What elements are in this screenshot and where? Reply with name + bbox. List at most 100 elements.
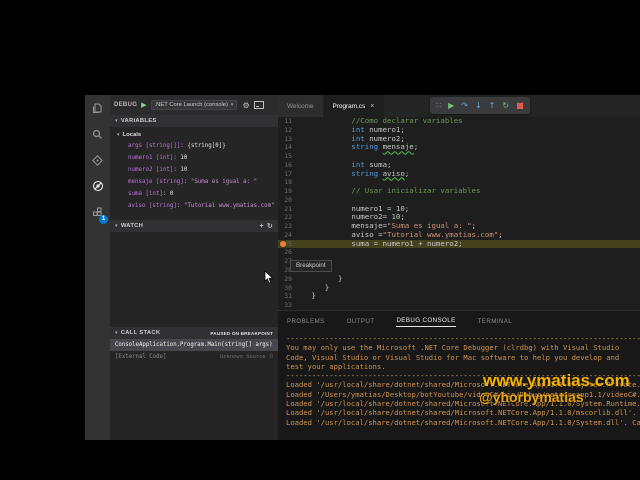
close-tab-icon[interactable]: × xyxy=(370,103,374,110)
console-line: ----------------------------------------… xyxy=(286,334,640,343)
console-line: Loaded '/usr/local/share/dotnet/shared/M… xyxy=(286,408,637,418)
stop-icon[interactable]: ■ xyxy=(516,97,524,114)
start-debug-icon[interactable]: ▶ xyxy=(141,101,146,109)
debug-icon xyxy=(92,180,104,192)
variable-row[interactable]: numero2 [int]: 10 xyxy=(128,164,278,176)
variable-row[interactable]: mensaje [string]: "Suma es igual a: " xyxy=(128,176,278,188)
locals-scope[interactable]: ▾ Locals xyxy=(110,127,278,140)
drag-handle-icon[interactable]: ∷ xyxy=(436,97,441,114)
variable-row[interactable]: aviso [string]: "Tutorial www.ymatias.co… xyxy=(128,200,278,212)
launch-config-value: .NET Core Launch (console) xyxy=(154,102,228,108)
twisty-icon: ▾ xyxy=(115,330,118,336)
sidebar-item-explorer[interactable] xyxy=(85,95,110,121)
tab-welcome[interactable]: Welcome xyxy=(278,95,324,117)
line-number: 26 xyxy=(284,248,292,257)
stack-frame-label: ConsoleApplication.Program.Main(string[]… xyxy=(115,342,273,348)
panel-tab-output[interactable]: OUTPUT xyxy=(347,315,375,327)
step-out-icon[interactable]: ↑ xyxy=(489,97,496,114)
tab-program-cs[interactable]: Program.cs × xyxy=(323,95,385,117)
tab-label: Program.cs xyxy=(332,102,366,110)
debug-title: DEBUG xyxy=(114,102,138,108)
variable-value: 0 xyxy=(169,191,174,197)
source-control-icon xyxy=(92,154,103,166)
code-text: // Usar inicializar variables xyxy=(298,186,481,196)
code-line-14[interactable]: 14 string mensaje; xyxy=(278,142,640,152)
variables-section-header[interactable]: ▾ VARIABLES xyxy=(110,115,278,127)
code-line-32[interactable]: 32 xyxy=(278,301,640,310)
step-over-icon[interactable]: ↷ xyxy=(461,97,468,114)
stack-frame-line: 0 xyxy=(269,354,273,360)
line-number: 32 xyxy=(284,301,292,310)
code-line-17[interactable]: 17 string aviso; xyxy=(278,168,640,179)
code-line-26[interactable]: 26 xyxy=(278,248,640,257)
line-number: 19 xyxy=(284,187,292,196)
variable-colon: : xyxy=(176,203,184,209)
code-line-29[interactable]: 29 } xyxy=(278,274,640,284)
sidebar-item-extensions[interactable]: 1 xyxy=(85,199,110,225)
search-icon xyxy=(92,129,103,140)
console-line: Loaded '/Users/ymatias/Desktop/botYoutub… xyxy=(286,389,640,399)
variable-colon: : xyxy=(183,179,191,185)
variable-value: {string[0]} xyxy=(187,143,226,149)
variable-colon: : xyxy=(162,191,170,197)
line-number: 12 xyxy=(284,125,292,134)
continue-icon[interactable]: ▶ xyxy=(448,97,454,114)
watch-header-label: WATCH xyxy=(120,223,144,229)
sidebar-item-search[interactable] xyxy=(85,121,110,147)
line-number: 24 xyxy=(284,230,292,239)
stack-frame-source: Unknown Source xyxy=(220,354,266,360)
variable-row[interactable]: numero1 [int]: 10 xyxy=(128,152,278,164)
variable-value: "Suma es igual a: " xyxy=(190,179,258,185)
debug-toolbar: ∷ ▶ ↷ ↓ ↑ ↻ ■ xyxy=(430,97,530,114)
line-number: 11 xyxy=(284,117,292,125)
breakpoint-tooltip: Breakpoint xyxy=(290,259,332,272)
code-line-27[interactable]: 27 xyxy=(278,257,640,266)
sidebar-item-source-control[interactable] xyxy=(85,147,110,173)
stack-frame[interactable]: [External Code] Unknown Source 0 xyxy=(110,351,278,363)
variable-name: numero1 [int] xyxy=(128,155,174,161)
console-line: Code, Visual Studio or Visual Studio for… xyxy=(286,352,620,362)
console-line: You may only use the Microsoft .NET Core… xyxy=(286,343,620,353)
watermark-handle: @yhorbymatias xyxy=(479,389,584,405)
line-number: 15 xyxy=(284,152,292,161)
stack-frame-label: [External Code] xyxy=(115,354,167,360)
code-text: string aviso; xyxy=(351,168,410,178)
restart-icon[interactable]: ↻ xyxy=(502,97,509,114)
line-number: 21 xyxy=(284,204,292,213)
breakpoint-icon[interactable] xyxy=(280,241,286,247)
panel-tab-problems[interactable]: PROBLEMS xyxy=(287,315,325,327)
refresh-watch-icon[interactable]: ↻ xyxy=(267,222,273,230)
code-line-31[interactable]: 31 } xyxy=(278,291,640,301)
step-into-icon[interactable]: ↓ xyxy=(475,97,482,114)
stack-frame[interactable]: ConsoleApplication.Program.Main(string[]… xyxy=(110,339,278,351)
line-number: 16 xyxy=(284,160,292,169)
variable-name: args [string[]] xyxy=(128,143,181,149)
code-line-30[interactable]: 30 } xyxy=(278,283,640,293)
variable-row[interactable]: suma [int]: 0 xyxy=(128,188,278,200)
launch-config-select[interactable]: .NET Core Launch (console) ▾ xyxy=(150,100,238,110)
debug-sidebar-toolbar: DEBUG ▶ .NET Core Launch (console) ▾ ⚙ xyxy=(110,95,278,115)
variable-name: numero2 [int] xyxy=(128,167,174,173)
variable-name: aviso [string] xyxy=(128,203,177,209)
panel-tab-debug-console[interactable]: DEBUG CONSOLE xyxy=(396,314,456,327)
variable-name: suma [int] xyxy=(128,191,163,197)
code-line-19[interactable]: 19 // Usar inicializar variables xyxy=(278,186,640,196)
debug-console-toggle-icon[interactable] xyxy=(253,96,264,114)
call-stack-section-header[interactable]: ▾ CALL STACK PAUSED ON BREAKPOINT xyxy=(110,327,278,339)
variable-row[interactable]: args [string[]]: {string[0]} xyxy=(128,140,278,152)
gear-icon[interactable]: ⚙ xyxy=(242,101,249,110)
panel-tab-terminal[interactable]: TERMINAL xyxy=(478,315,513,327)
code-line-25[interactable]: 25 suma = numero1 + numero2; xyxy=(278,239,640,249)
console-line: test your applications. xyxy=(286,361,386,371)
twisty-icon: ▾ xyxy=(115,118,118,124)
sidebar-item-debug[interactable] xyxy=(85,173,110,199)
line-number: 17 xyxy=(284,169,292,178)
watch-section-header[interactable]: ▾ WATCH + ↻ xyxy=(110,220,278,232)
add-watch-icon[interactable]: + xyxy=(259,223,263,230)
line-number: 31 xyxy=(284,292,292,301)
video-frame: 1 DEBUG ▶ .NET Core Launch (console) ▾ ⚙… xyxy=(0,0,640,480)
code-editor[interactable]: 11 //Como declarar variables 12 int numer… xyxy=(278,117,640,310)
debug-sidebar: DEBUG ▶ .NET Core Launch (console) ▾ ⚙ ▾… xyxy=(110,95,278,440)
twisty-icon: ▾ xyxy=(115,223,118,229)
variable-value: 10 xyxy=(180,167,188,173)
